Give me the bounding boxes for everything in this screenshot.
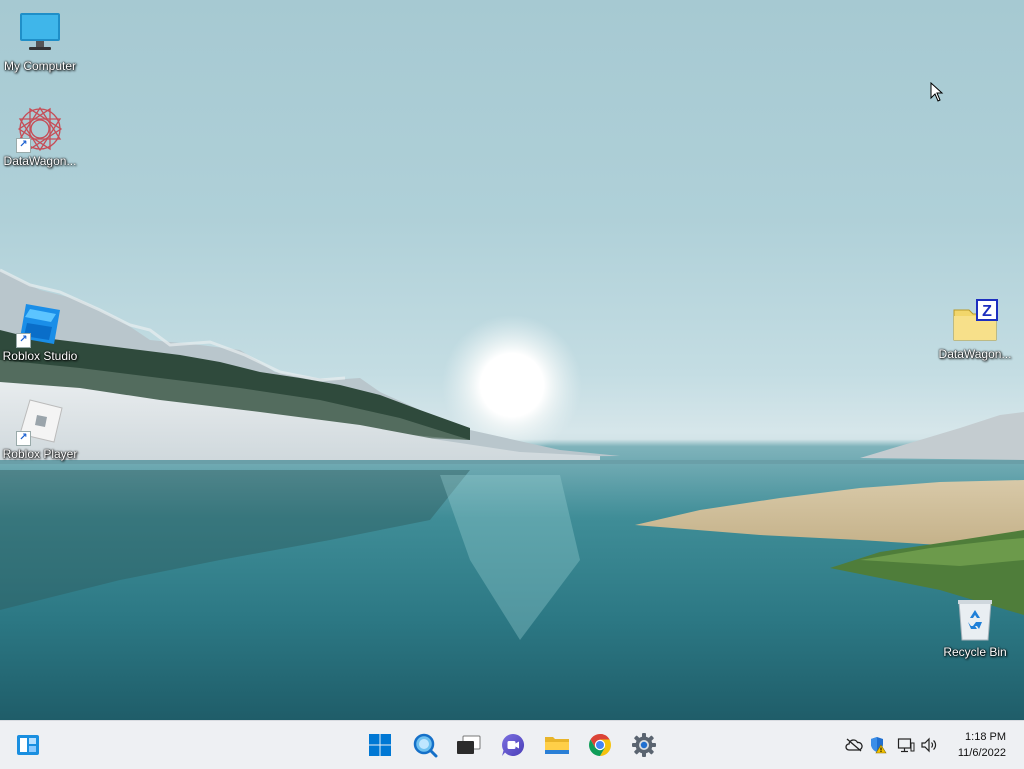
desktop-icon-datawagon-shortcut[interactable]: ↗ DataWagon... <box>0 105 80 168</box>
taskbar-clock[interactable]: 1:18 PM 11/6/2022 <box>958 729 1006 761</box>
desktop-icon-label: DataWagon... <box>938 347 1012 361</box>
desktop-icon-roblox-studio[interactable]: ↗ Roblox Studio <box>0 300 80 363</box>
desktop-icon-label: DataWagon... <box>3 154 77 168</box>
security-button[interactable] <box>869 736 887 754</box>
desktop-icon-label: Recycle Bin <box>943 645 1007 659</box>
chrome-icon <box>589 734 611 756</box>
file-explorer-button[interactable] <box>541 729 573 761</box>
zip-folder-icon: Z <box>951 298 999 346</box>
onedrive-offline-icon <box>845 738 863 752</box>
windows-start-icon <box>369 734 391 756</box>
security-warning-icon <box>871 737 887 754</box>
volume-icon <box>921 737 937 753</box>
desktop-icon-recycle-bin[interactable]: Recycle Bin <box>935 596 1015 659</box>
task-view-button[interactable] <box>452 729 484 761</box>
roblox-studio-icon: ↗ <box>16 300 64 348</box>
svg-text:Z: Z <box>982 303 992 320</box>
search-button[interactable] <box>409 729 441 761</box>
desktop-icon-datawagon-zip[interactable]: Z DataWagon... <box>935 298 1015 361</box>
desktop-icon-label: Roblox Player <box>2 447 78 461</box>
desktop-icon-my-computer[interactable]: My Computer <box>0 10 80 73</box>
shortcut-arrow-icon: ↗ <box>16 138 31 153</box>
wallpaper <box>0 268 1024 640</box>
folder-icon <box>545 737 569 754</box>
gear-icon <box>632 733 656 757</box>
chat-button[interactable] <box>497 729 529 761</box>
network-button[interactable] <box>897 736 915 754</box>
onedrive-button[interactable] <box>845 736 863 754</box>
roblox-player-icon: ↗ <box>16 398 64 446</box>
search-icon <box>413 733 438 758</box>
recycle-bin-icon <box>951 596 999 644</box>
desktop-icon-label: My Computer <box>3 59 77 73</box>
settings-button[interactable] <box>628 729 660 761</box>
datawagon-spirograph-icon: ↗ <box>16 105 64 153</box>
desktop-icon-label: Roblox Studio <box>2 349 78 363</box>
clock-date: 11/6/2022 <box>957 747 1006 759</box>
mouse-cursor-icon <box>930 82 944 102</box>
desktop-icon-roblox-player[interactable]: ↗ Roblox Player <box>0 398 80 461</box>
taskbar: 1:18 PM 11/6/2022 <box>0 720 1024 769</box>
clock-time: 1:18 PM <box>965 731 1006 743</box>
chrome-button[interactable] <box>584 729 616 761</box>
network-icon <box>897 738 915 753</box>
teams-chat-icon <box>502 733 525 756</box>
volume-button[interactable] <box>921 736 939 754</box>
task-view-icon <box>457 735 481 754</box>
computer-monitor-icon <box>16 10 64 58</box>
shortcut-arrow-icon: ↗ <box>16 431 31 446</box>
widgets-icon <box>17 735 39 755</box>
desktop[interactable]: My Computer ↗ DataWagon... ↗ Roblox Stud… <box>0 0 1024 720</box>
start-button[interactable] <box>364 729 396 761</box>
widgets-button[interactable] <box>12 729 44 761</box>
shortcut-arrow-icon: ↗ <box>16 333 31 348</box>
